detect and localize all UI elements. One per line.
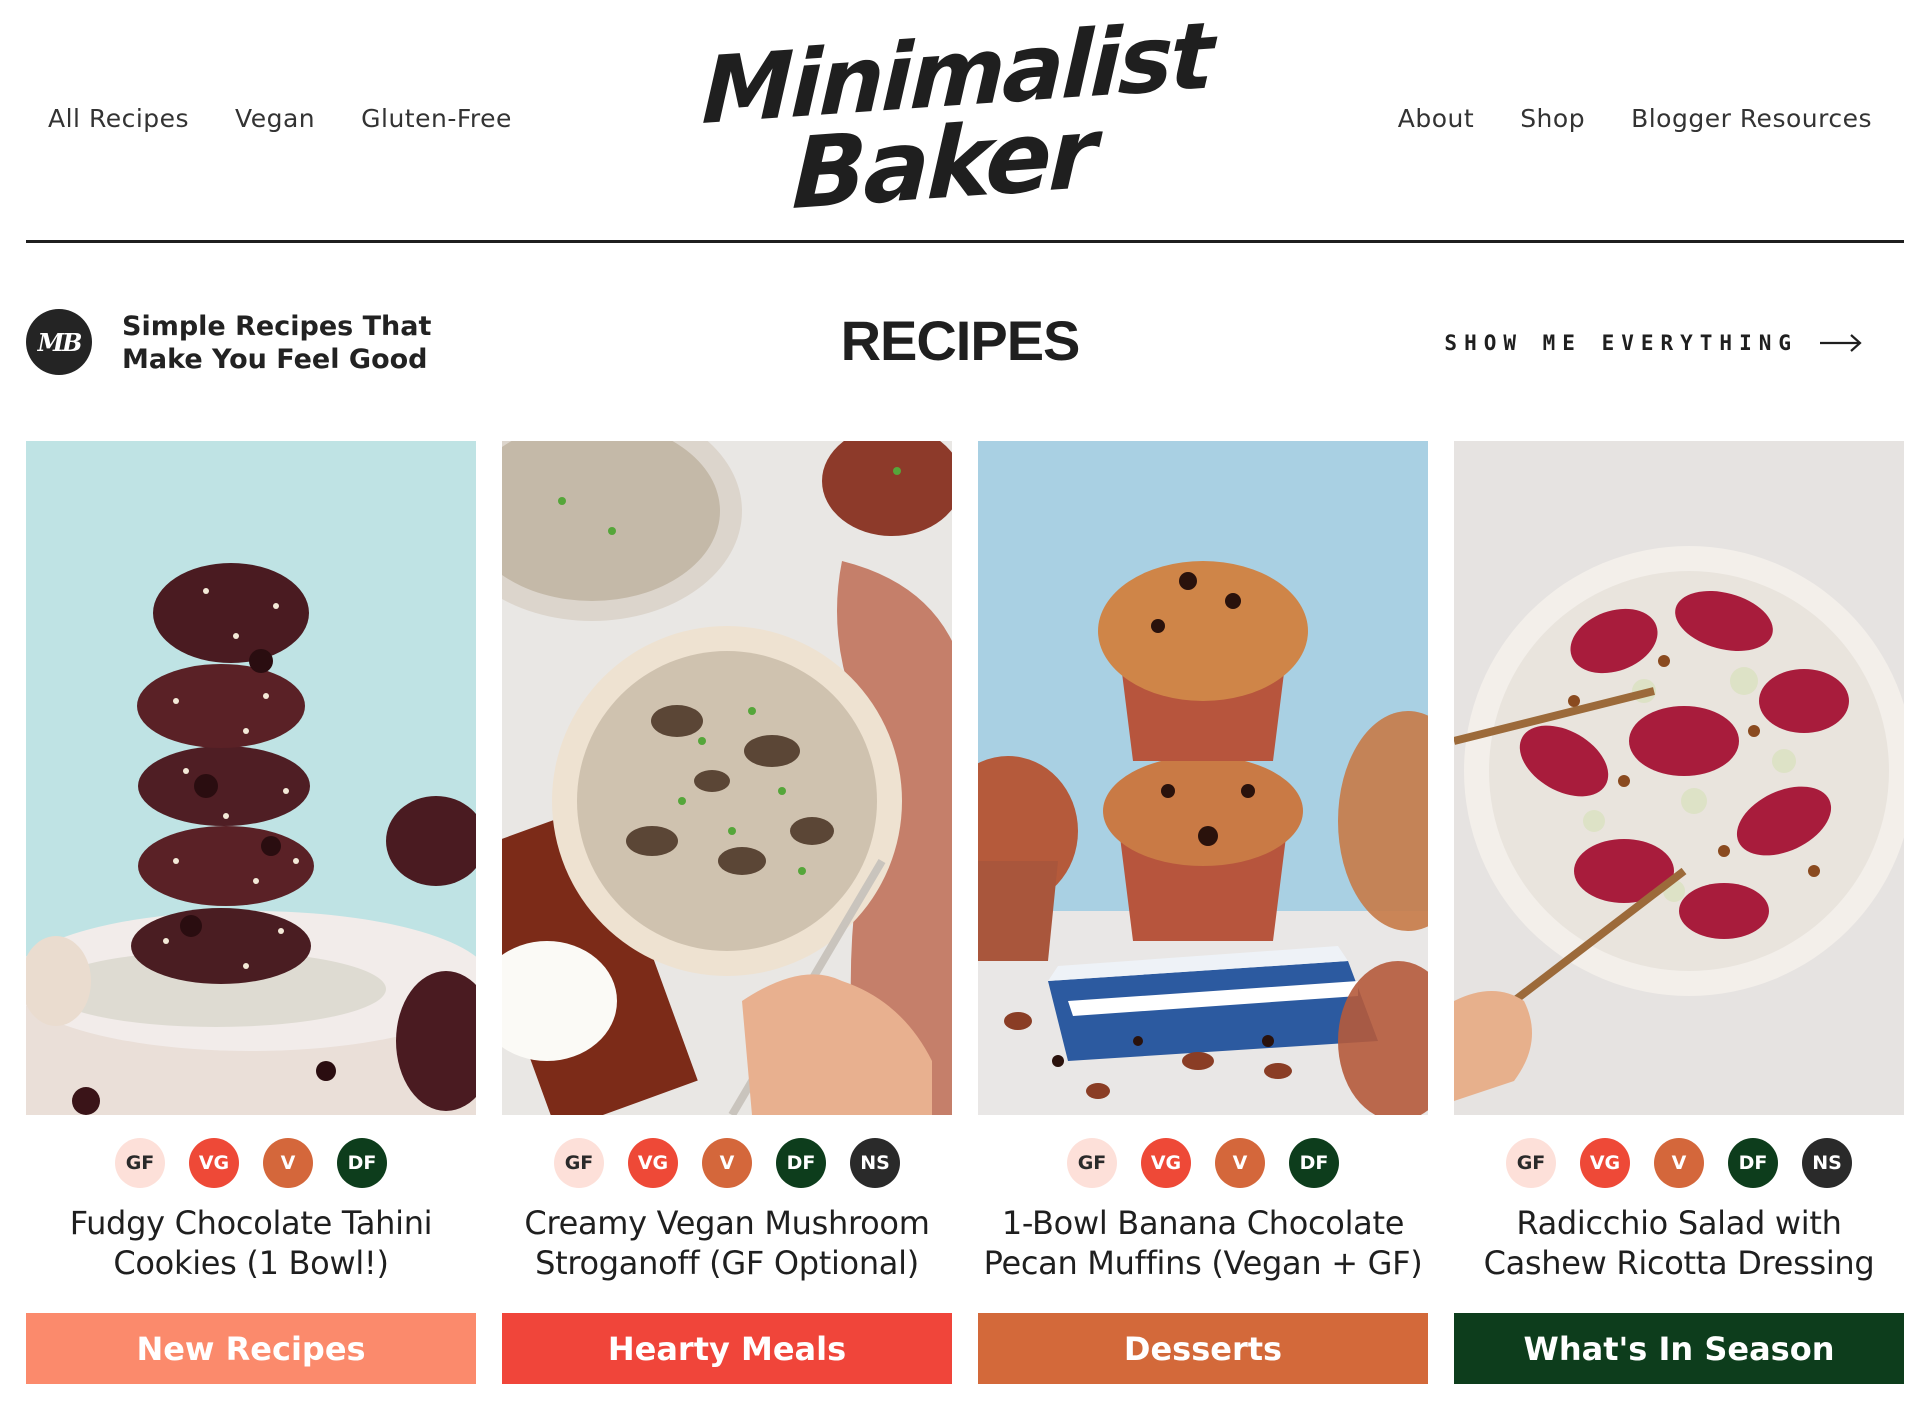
tagline-line-2: Make You Feel Good (122, 344, 428, 375)
recipe-title[interactable]: 1-Bowl Banana Chocolate Pecan Muffins (V… (968, 1203, 1438, 1283)
show-me-everything-link[interactable]: SHOW ME EVERYTHING (1444, 331, 1862, 355)
primary-nav-left: All Recipes Vegan Gluten-Free (48, 104, 512, 133)
vegetarian-badge[interactable]: V (1654, 1138, 1704, 1188)
recipe-title-line-1: Radicchio Salad with (1516, 1204, 1842, 1242)
gluten-free-badge[interactable]: GF (115, 1138, 165, 1188)
site-logo[interactable]: Minimalist Baker (694, 2, 1227, 238)
diet-badges: GF VG V DF (26, 1138, 476, 1188)
recipe-title-line-1: Fudgy Chocolate Tahini (69, 1204, 433, 1242)
desserts-button[interactable]: Desserts (978, 1313, 1428, 1384)
recipe-title[interactable]: Fudgy Chocolate Tahini Cookies (1 Bowl!) (16, 1203, 486, 1283)
dairy-free-badge[interactable]: DF (776, 1138, 826, 1188)
mushroom-stroganoff-photo[interactable] (502, 441, 952, 1115)
dairy-free-badge[interactable]: DF (1728, 1138, 1778, 1188)
gluten-free-badge[interactable]: GF (1067, 1138, 1117, 1188)
diet-badges: GF VG V DF (978, 1138, 1428, 1188)
recipe-title-line-2: Cookies (1 Bowl!) (113, 1244, 389, 1282)
recipe-title-line-1: Creamy Vegan Mushroom (524, 1204, 930, 1242)
recipe-card: GF VG V DF Fudgy Chocolate Tahini Cookie… (26, 441, 476, 1391)
vegan-badge[interactable]: VG (1580, 1138, 1630, 1188)
recipe-card: GF VG V DF NS Radicchio Salad with Cashe… (1454, 441, 1904, 1391)
dairy-free-badge[interactable]: DF (1289, 1138, 1339, 1188)
radicchio-salad-illustration (1454, 441, 1904, 1115)
logo-line-2: Baker (790, 96, 1096, 233)
recipe-title-line-2: Pecan Muffins (Vegan + GF) (983, 1244, 1423, 1282)
vegan-badge[interactable]: VG (628, 1138, 678, 1188)
recipe-title[interactable]: Radicchio Salad with Cashew Ricotta Dres… (1444, 1203, 1914, 1283)
new-recipes-button[interactable]: New Recipes (26, 1313, 476, 1384)
nav-all-recipes[interactable]: All Recipes (48, 104, 189, 133)
vegetarian-badge[interactable]: V (702, 1138, 752, 1188)
recipe-cards: GF VG V DF Fudgy Chocolate Tahini Cookie… (26, 441, 1904, 1391)
stroganoff-illustration (502, 441, 952, 1115)
banana-chocolate-muffins-photo[interactable] (978, 441, 1428, 1115)
nav-blogger-resources[interactable]: Blogger Resources (1631, 104, 1872, 133)
whats-in-season-button[interactable]: What's In Season (1454, 1313, 1904, 1384)
site-header: All Recipes Vegan Gluten-Free Minimalist… (0, 0, 1920, 243)
muffins-illustration (978, 441, 1428, 1115)
tagline-line-1: Simple Recipes That (122, 311, 432, 342)
arrow-right-icon (1820, 334, 1862, 352)
nut-free-badge[interactable]: NS (1802, 1138, 1852, 1188)
mb-monogram-icon: MB (26, 309, 92, 375)
nav-shop[interactable]: Shop (1520, 104, 1585, 133)
recipe-title[interactable]: Creamy Vegan Mushroom Stroganoff (GF Opt… (492, 1203, 962, 1283)
recipe-title-line-2: Cashew Ricotta Dressing (1483, 1244, 1875, 1282)
vegetarian-badge[interactable]: V (1215, 1138, 1265, 1188)
primary-nav-right: About Shop Blogger Resources (1398, 104, 1872, 133)
nav-about[interactable]: About (1398, 104, 1474, 133)
cookies-illustration (26, 441, 476, 1115)
nav-gluten-free[interactable]: Gluten-Free (361, 104, 512, 133)
nut-free-badge[interactable]: NS (850, 1138, 900, 1188)
header-divider (26, 240, 1904, 243)
recipe-card: GF VG V DF 1-Bowl Banana Chocolate Pecan… (978, 441, 1428, 1391)
nav-vegan[interactable]: Vegan (235, 104, 315, 133)
vegan-badge[interactable]: VG (189, 1138, 239, 1188)
gluten-free-badge[interactable]: GF (554, 1138, 604, 1188)
show-me-everything-label: SHOW ME EVERYTHING (1444, 331, 1798, 355)
radicchio-salad-photo[interactable] (1454, 441, 1904, 1115)
recipe-card: GF VG V DF NS Creamy Vegan Mushroom Stro… (502, 441, 952, 1391)
section-title: RECIPES (840, 309, 1081, 372)
chocolate-tahini-cookies-photo[interactable] (26, 441, 476, 1115)
vegetarian-badge[interactable]: V (263, 1138, 313, 1188)
recipe-title-line-1: 1-Bowl Banana Chocolate (1001, 1204, 1405, 1242)
diet-badges: GF VG V DF NS (502, 1138, 952, 1188)
dairy-free-badge[interactable]: DF (337, 1138, 387, 1188)
recipe-title-line-2: Stroganoff (GF Optional) (535, 1244, 919, 1282)
hearty-meals-button[interactable]: Hearty Meals (502, 1313, 952, 1384)
gluten-free-badge[interactable]: GF (1506, 1138, 1556, 1188)
vegan-badge[interactable]: VG (1141, 1138, 1191, 1188)
diet-badges: GF VG V DF NS (1454, 1138, 1904, 1188)
tagline: Simple Recipes That Make You Feel Good (122, 310, 431, 376)
